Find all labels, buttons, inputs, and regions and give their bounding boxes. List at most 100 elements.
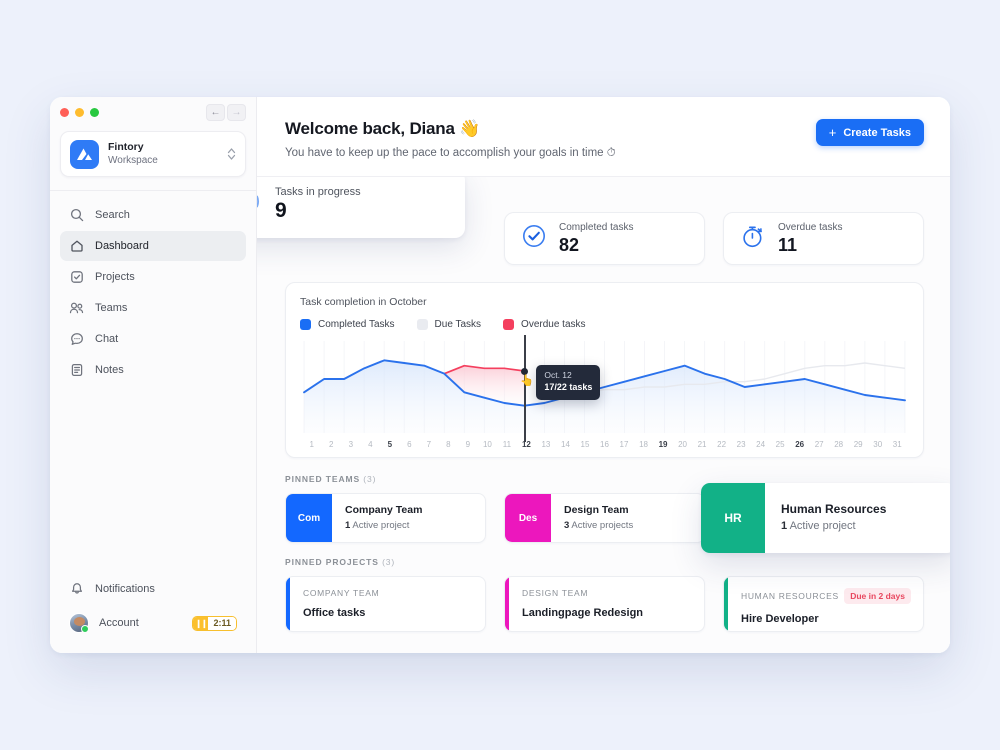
team-card-design[interactable]: Des Design Team 3 Active projects [504,493,705,543]
project-card-hire-developer[interactable]: HUMAN RESOURCES Due in 2 days Hire Devel… [723,576,924,632]
team-project-count: 1 [781,520,788,533]
team-body: Design Team 3 Active projects [551,494,633,542]
x-axis-tick: 27 [814,440,824,449]
x-axis-tick: 18 [639,440,648,449]
timer-badge[interactable]: ❙❙ 2:11 [192,615,237,631]
stat-card-text: Overdue tasks 11 [778,221,842,256]
stat-card-label: Overdue tasks [778,222,843,234]
x-axis-tick: 6 [407,440,412,449]
close-window-button[interactable] [60,108,69,117]
sidebar-nav: Search Dashboard Projects Teams Chat Not… [50,191,256,385]
sidebar-item-dashboard[interactable]: Dashboard [60,231,246,261]
project-team-label: HUMAN RESOURCES [741,591,839,601]
project-card-landingpage-redesign[interactable]: DESIGN TEAM Landingpage Redesign [504,576,705,632]
team-body: Human Resources 1 Active project [765,483,886,553]
checkbox-icon [69,270,84,285]
account-label: Account [99,617,139,629]
project-card-office-tasks[interactable]: COMPANY TEAM Office tasks [285,576,486,632]
x-axis-tick: 17 [619,440,629,449]
sidebar-item-notes[interactable]: Notes [60,355,246,385]
legend-swatch [503,319,515,330]
x-axis-tick: 12 [521,440,531,449]
project-top-row: HUMAN RESOURCES Due in 2 days [741,588,911,604]
team-badge: HR [701,483,765,553]
workspace-switcher[interactable]: Fintory Workspace [60,131,246,177]
team-name: Company Team [345,503,423,516]
chevron-updown-icon [227,146,236,163]
create-tasks-label: Create Tasks [843,126,911,139]
sidebar-item-label: Notifications [95,583,155,595]
team-subtitle: 3 Active projects [564,519,633,532]
legend-item-due[interactable]: Due Tasks [416,319,482,330]
app-window: ← → Fintory Workspace Search Dashboard P… [50,97,950,653]
chart-crosshair [524,335,526,442]
search-icon [69,208,84,223]
x-axis-tick: 3 [348,440,354,449]
forward-button[interactable]: → [227,104,246,121]
pinned-projects-count: (3) [382,557,396,567]
project-body: HUMAN RESOURCES Due in 2 days Hire Devel… [728,577,923,631]
stat-card-value: 9 [275,198,287,222]
team-badge: Com [286,494,332,542]
sidebar-item-projects[interactable]: Projects [60,262,246,292]
x-axis-tick: 26 [795,440,805,449]
x-axis-tick: 23 [736,440,746,449]
workspace-text: Fintory Workspace [108,141,218,167]
tooltip-date: Oct. 12 [544,370,572,380]
stat-card-overdue-tasks[interactable]: Overdue tasks 11 [723,212,924,265]
status-badge: Due in 2 days [844,588,911,604]
team-project-count: 3 [564,520,570,532]
stat-card-tasks-in-progress[interactable]: Tasks in progress 9 [257,177,465,238]
stat-card-value: 11 [778,235,798,256]
sidebar-item-chat[interactable]: Chat [60,324,246,354]
sidebar-item-teams[interactable]: Teams [60,293,246,323]
team-project-label: Active projects [571,520,634,532]
stat-card-text: Completed tasks 82 [559,221,633,256]
stat-card-completed-tasks[interactable]: Completed tasks 82 [504,212,705,265]
legend-item-overdue[interactable]: Overdue tasks [503,319,586,330]
legend-label: Overdue tasks [521,319,586,330]
stat-card-text: Tasks in progress 9 [275,186,361,223]
sidebar-item-search[interactable]: Search [60,200,246,230]
project-body: COMPANY TEAM Office tasks [290,577,485,631]
stat-card-label: Completed tasks [559,222,634,234]
progress-check-icon [257,185,262,223]
project-body: DESIGN TEAM Landingpage Redesign [509,577,704,631]
project-name: Office tasks [303,607,366,619]
pinned-teams-section: PINNED TEAMS (3) Com Company Team 1 Acti… [285,474,950,553]
home-icon [69,239,84,254]
window-titlebar: ← → [50,97,256,128]
x-axis-tick: 22 [717,440,727,449]
pause-icon: ❙❙ [193,616,209,630]
page-header: Welcome back, Diana 👋 You have to keep u… [257,97,950,177]
project-name: Landingpage Redesign [522,607,644,619]
back-button[interactable]: ← [206,104,225,121]
stopwatch-icon [740,223,766,254]
legend-item-completed[interactable]: Completed Tasks [300,319,395,330]
pinned-projects-label-text: PINNED PROJECTS [285,557,379,567]
users-icon [69,301,84,316]
mouse-cursor-icon: 👆 [520,375,535,387]
legend-label: Due Tasks [434,319,482,330]
project-team-label: DESIGN TEAM [522,588,589,598]
sidebar-item-notifications[interactable]: Notifications [60,574,246,604]
x-axis-tick: 16 [600,440,609,449]
x-axis-tick: 13 [541,440,551,449]
chart-plot-area[interactable]: 👆 Oct. 12 17/22 tasks [300,335,909,442]
maximize-window-button[interactable] [90,108,99,117]
team-card-company[interactable]: Com Company Team 1 Active project [285,493,486,543]
minimize-window-button[interactable] [75,108,84,117]
pinned-projects-list: COMPANY TEAM Office tasks DESIGN TEAM La… [285,576,924,632]
team-card-human-resources[interactable]: HR Human Resources 1 Active project [701,483,950,553]
team-project-count: 1 [345,520,351,532]
create-tasks-button[interactable]: + Create Tasks [815,119,924,146]
sidebar-item-label: Search [95,209,130,221]
pinned-projects-label: PINNED PROJECTS (3) [285,557,924,567]
legend-label: Completed Tasks [318,319,395,330]
chart-tooltip: Oct. 12 17/22 tasks [536,365,601,400]
team-name: Design Team [564,503,629,516]
x-axis-tick: 14 [561,440,570,449]
x-axis-tick: 7 [426,440,432,449]
account-row[interactable]: Account ❙❙ 2:11 [60,607,246,639]
x-axis-tick: 29 [853,440,863,449]
